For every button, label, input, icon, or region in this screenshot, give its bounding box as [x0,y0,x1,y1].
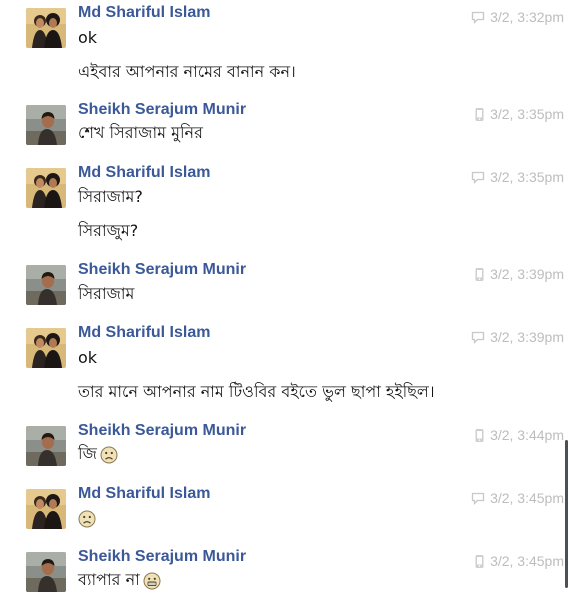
message-text: জি [78,443,118,465]
message-text: ok [78,28,98,47]
avatar[interactable] [26,489,66,529]
sender-name[interactable]: Md Shariful Islam [78,4,210,22]
timestamp: 3/2, 3:32pm [490,9,564,25]
mobile-phone-icon [474,267,485,282]
message-meta: 3/2, 3:45pm [471,489,564,507]
avatar-image [26,328,66,368]
chat-bubble-icon [471,331,485,344]
sender-name[interactable]: Sheikh Serajum Munir [78,548,246,566]
timestamp: 3/2, 3:35pm [490,169,564,185]
message-text: শেখ সিরাজাম মুনির [78,123,203,142]
avatar[interactable] [26,328,66,368]
avatar-image [26,168,66,208]
sender-name[interactable]: Sheikh Serajum Munir [78,422,246,440]
avatar-image [26,8,66,48]
avatar[interactable] [26,105,66,145]
message-text: ok [78,348,98,367]
avatar[interactable] [26,552,66,592]
sender-name[interactable]: Md Shariful Islam [78,164,210,182]
grin-emoji-icon [143,572,161,590]
message-meta: 3/2, 3:35pm [474,105,564,123]
message-meta: 3/2, 3:44pm [474,426,564,444]
mobile-phone-icon [474,428,485,443]
frown-emoji-icon [100,446,118,464]
frown-emoji-icon [78,510,96,528]
message-meta: 3/2, 3:32pm [471,8,564,26]
message-text: সিরাজুম? [78,221,139,240]
avatar-image [26,489,66,529]
message-meta: 3/2, 3:35pm [471,168,564,186]
chat-bubble-icon [471,171,485,184]
avatar-image [26,265,66,305]
timestamp: 3/2, 3:45pm [490,490,564,506]
message-text: সিরাজাম? [78,187,143,206]
timestamp: 3/2, 3:35pm [490,106,564,122]
message-text: ব্যাপার না [78,569,161,591]
message-meta: 3/2, 3:39pm [471,328,564,346]
message-meta: 3/2, 3:45pm [474,552,564,570]
message-text: তার মানে আপনার নাম টিওবির বইতে ভুল ছাপা … [78,382,435,401]
sender-name[interactable]: Md Shariful Islam [78,324,210,342]
chat-bubble-icon [471,492,485,505]
mobile-phone-icon [474,107,485,122]
message-text [78,507,96,529]
message-text: এইবার আপনার নামের বানান কন। [78,62,296,81]
scrollbar-thumb[interactable] [565,440,568,588]
mobile-phone-icon [474,554,485,569]
timestamp: 3/2, 3:45pm [490,553,564,569]
avatar[interactable] [26,265,66,305]
message-thread: Md Shariful Islam 3/2, 3:32pm ok এইবার আ… [0,0,569,602]
sender-name[interactable]: Md Shariful Islam [78,485,210,503]
chat-bubble-icon [471,11,485,24]
avatar-image [26,105,66,145]
timestamp: 3/2, 3:39pm [490,266,564,282]
timestamp: 3/2, 3:44pm [490,427,564,443]
avatar[interactable] [26,8,66,48]
message-text: সিরাজাম [78,284,135,303]
avatar[interactable] [26,426,66,466]
timestamp: 3/2, 3:39pm [490,329,564,345]
message-meta: 3/2, 3:39pm [474,265,564,283]
avatar-image [26,426,66,466]
avatar[interactable] [26,168,66,208]
sender-name[interactable]: Sheikh Serajum Munir [78,101,246,119]
sender-name[interactable]: Sheikh Serajum Munir [78,261,246,279]
avatar-image [26,552,66,592]
